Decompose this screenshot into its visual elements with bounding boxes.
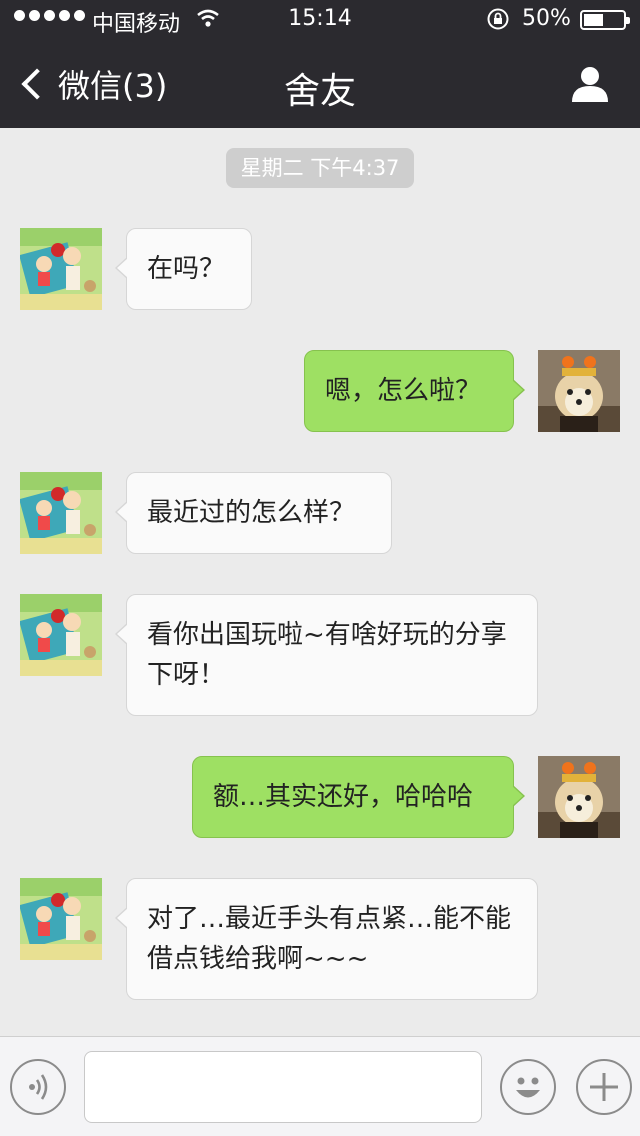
profile-icon[interactable] <box>570 64 610 104</box>
my-avatar[interactable] <box>538 350 620 432</box>
message-text: 额…其实还好，哈哈哈 <box>213 782 474 812</box>
friend-avatar[interactable] <box>20 472 102 554</box>
back-button[interactable]: 微信(3) <box>18 62 167 106</box>
emoji-icon <box>516 1077 540 1098</box>
message-text: 对了…最近手头有点紧…能不能借点钱给我啊~~~ <box>147 904 512 974</box>
message-input[interactable] <box>84 1051 482 1123</box>
nav-bar: 微信(3) 舍友 <box>0 40 640 128</box>
message-text: 看你出国玩啦~有啥好玩的分享下呀！ <box>147 620 507 690</box>
battery-percent: 50% <box>522 6 571 31</box>
voice-button[interactable] <box>10 1059 66 1115</box>
message-text: 嗯，怎么啦？ <box>325 376 482 406</box>
rotation-lock-icon <box>487 8 509 30</box>
message-bubble-incoming[interactable]: 在吗？ <box>115 228 252 310</box>
voice-icon <box>29 1074 48 1100</box>
chevron-left-icon <box>21 68 53 100</box>
message-text: 最近过的怎么样？ <box>147 498 356 528</box>
top-bar: 中国移动 15:14 50% 微信(3) 舍友 <box>0 0 640 128</box>
friend-avatar[interactable] <box>20 594 102 676</box>
message-bubble-outgoing[interactable]: 嗯，怎么啦？ <box>304 350 525 432</box>
message-bubble-incoming[interactable]: 看你出国玩啦~有啥好玩的分享下呀！ <box>115 594 538 716</box>
plus-icon <box>590 1073 618 1101</box>
more-button[interactable] <box>576 1059 632 1115</box>
chat-timestamp: 星期二 下午4:37 <box>226 148 414 188</box>
message-bubble-incoming[interactable]: 最近过的怎么样？ <box>115 472 392 554</box>
input-bar <box>0 1036 640 1136</box>
message-bubble-outgoing[interactable]: 额…其实还好，哈哈哈 <box>192 756 525 838</box>
status-bar: 中国移动 15:14 50% <box>0 0 640 40</box>
chat-area[interactable]: 星期二 下午4:37 在吗？ 嗯，怎么啦？ 最近过的怎么样？ 看你出国玩啦~有啥… <box>0 128 640 1036</box>
message-text: 在吗？ <box>147 254 226 284</box>
emoji-button[interactable] <box>500 1059 556 1115</box>
battery-icon <box>580 10 630 30</box>
message-bubble-incoming[interactable]: 对了…最近手头有点紧…能不能借点钱给我啊~~~ <box>115 878 538 1000</box>
my-avatar[interactable] <box>538 756 620 838</box>
friend-avatar[interactable] <box>20 878 102 960</box>
friend-avatar[interactable] <box>20 228 102 310</box>
back-label: 微信(3) <box>58 67 168 105</box>
